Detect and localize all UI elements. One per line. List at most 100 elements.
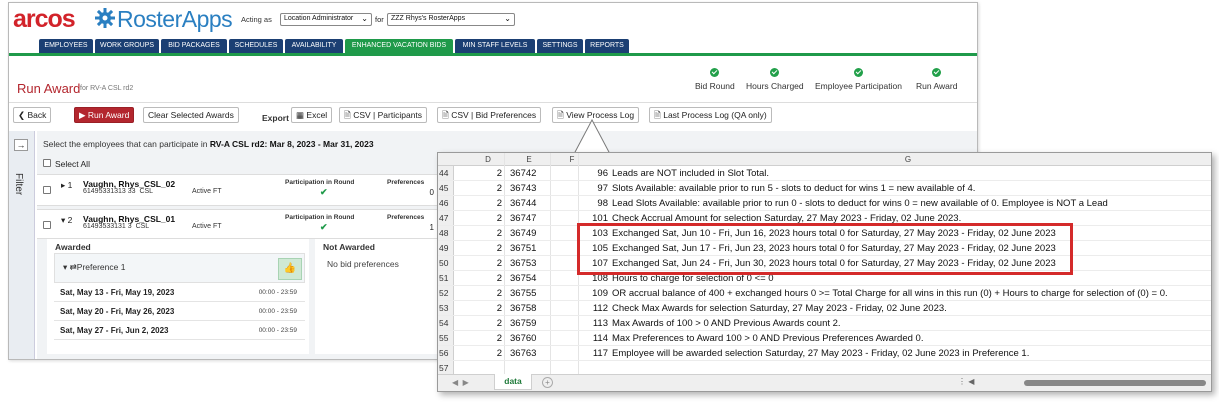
row-number: 47: [439, 213, 449, 223]
sheet-cell[interactable]: 36749: [510, 228, 536, 239]
sheet-cell[interactable]: 2: [474, 348, 502, 359]
sheet-cell[interactable]: 112: [568, 303, 608, 314]
sheet-cell[interactable]: 2: [474, 213, 502, 224]
sheet-cell[interactable]: 36744: [510, 198, 536, 209]
sheet-cell[interactable]: 117: [568, 348, 608, 359]
scroll-split-icon[interactable]: ⋮ ◀: [958, 377, 974, 386]
check-circle-icon: [853, 68, 863, 77]
sheet-cell[interactable]: Lead Slots Available: available prior to…: [612, 198, 1108, 209]
sheet-cell[interactable]: Check Max Awards for selection Saturday,…: [612, 303, 947, 314]
filter-label[interactable]: Filter: [13, 173, 24, 195]
sheet-cell[interactable]: 36763: [510, 348, 536, 359]
role-select[interactable]: Location Administrator ⌄: [280, 13, 372, 26]
column-e-header[interactable]: E: [514, 155, 544, 164]
employee-row[interactable]: ▾ 2 Vaughn, Rhys_CSL_01 61493533131 3 CS…: [37, 209, 437, 239]
location-select[interactable]: ZZZ Rhys's RosterApps ⌄: [387, 13, 515, 26]
chevron-right-icon: ▸: [61, 180, 66, 190]
sheet-cell[interactable]: 2: [474, 273, 502, 284]
tab-work-groups[interactable]: WORK GROUPS: [95, 39, 159, 53]
sheet-cell[interactable]: 98: [568, 198, 608, 209]
sheet-cell[interactable]: 2: [474, 183, 502, 194]
arrow-right-icon[interactable]: →: [14, 139, 28, 151]
add-sheet-icon[interactable]: +: [542, 377, 553, 388]
sheet-cell[interactable]: Employee will be awarded selection Satur…: [612, 348, 1029, 359]
tab-bid-packages[interactable]: BID PACKAGES: [161, 39, 227, 53]
employee-row[interactable]: ▸ 1 Vaughn, Rhys_CSL_02 61495331313 33 C…: [37, 174, 437, 206]
horizontal-scrollbar[interactable]: [1024, 380, 1206, 386]
sheet-tab-data[interactable]: data: [494, 374, 532, 390]
sheet-cell[interactable]: 113: [568, 318, 608, 329]
sheet-cell[interactable]: Leads are NOT included in Slot Total.: [612, 168, 769, 179]
run-award-button[interactable]: ▶ Run Award: [74, 107, 135, 123]
sheet-cell[interactable]: 36753: [510, 258, 536, 269]
sheet-cell[interactable]: OR accrual balance of 400 + exchanged ho…: [612, 288, 1168, 299]
sheet-cell[interactable]: 2: [474, 243, 502, 254]
back-button[interactable]: ❮ Back: [13, 107, 52, 123]
sheet-row[interactable]: 55 2 36760 114 Max Preferences to Award 100 …: [438, 331, 1211, 346]
expand-toggle[interactable]: ▾ 2: [61, 215, 72, 226]
last-process-log-button[interactable]: 🗎 Last Process Log (QA only): [649, 107, 772, 123]
export-csv-participants-button[interactable]: 🗎 CSV | Participants: [339, 107, 428, 123]
sheet-row[interactable]: 52 2 36755 109 OR accrual balance of 400 + e…: [438, 286, 1211, 301]
tab-reports[interactable]: REPORTS: [585, 39, 629, 53]
sheet-cell[interactable]: 96: [568, 168, 608, 179]
column-f-header[interactable]: F: [562, 155, 582, 164]
sheet-cell[interactable]: 36758: [510, 303, 536, 314]
employee-checkbox[interactable]: [43, 221, 51, 229]
sheet-nav-arrows[interactable]: ◀ ▶: [452, 378, 469, 387]
sheet-cell[interactable]: 36747: [510, 213, 536, 224]
award-row: Sat, May 27 - Fri, Jun 2, 2023 00:00 - 23…: [54, 322, 305, 340]
sheet-cell[interactable]: 2: [474, 198, 502, 209]
tab-availability[interactable]: AVAILABILITY: [285, 39, 343, 53]
sheet-row[interactable]: 53 2 36758 112 Check Max Awards for selectio…: [438, 301, 1211, 316]
tab-settings[interactable]: SETTINGS: [537, 39, 583, 53]
sheet-cell[interactable]: 2: [474, 228, 502, 239]
expand-toggle[interactable]: ▸ 1: [61, 180, 72, 191]
tab-enhanced-vacation-bids[interactable]: ENHANCED VACATION BIDS: [345, 39, 453, 53]
sheet-row[interactable]: 46 2 36744 98 Lead Slots Available: availabl…: [438, 196, 1211, 211]
export-excel-button[interactable]: ▦ Excel: [291, 107, 333, 123]
preference-group[interactable]: ▾ ⇄Preference 1 👍: [54, 253, 305, 283]
sheet-cell[interactable]: 2: [474, 288, 502, 299]
sheet-cell[interactable]: 36742: [510, 168, 536, 179]
sheet-row[interactable]: 56 2 36763 117 Employee will be awarded sele…: [438, 346, 1211, 361]
sheet-cell[interactable]: Max Awards of 100 > 0 AND Previous Award…: [612, 318, 841, 329]
sheet-cell[interactable]: 114: [568, 333, 608, 344]
acting-as-label: Acting as: [241, 15, 272, 24]
sheet-cell[interactable]: 2: [474, 168, 502, 179]
column-d-header[interactable]: D: [474, 155, 502, 164]
sheet-cell[interactable]: 2: [474, 303, 502, 314]
sheet-cell[interactable]: 36760: [510, 333, 536, 344]
select-all-checkbox[interactable]: [43, 159, 51, 167]
sheet-cell[interactable]: 36755: [510, 288, 536, 299]
clear-selected-awards-button[interactable]: Clear Selected Awards: [143, 107, 239, 123]
chevron-down-icon: ▾: [61, 215, 66, 225]
employee-checkbox[interactable]: [43, 186, 51, 194]
column-g-header[interactable]: G: [898, 155, 918, 164]
sheet-cell[interactable]: 97: [568, 183, 608, 194]
sheet-cell[interactable]: 36754: [510, 273, 536, 284]
thumbs-up-icon[interactable]: 👍: [278, 258, 302, 280]
sheet-cell[interactable]: Slots Available: available prior to run …: [612, 183, 975, 194]
sheet-row[interactable]: 54 2 36759 113 Max Awards of 100 > 0 AND Pre…: [438, 316, 1211, 331]
sheet-cell[interactable]: Max Preferences to Award 100 > 0 AND Pre…: [612, 333, 923, 344]
sheet-row[interactable]: 44 2 36742 96 Leads are NOT included in Slot…: [438, 166, 1211, 181]
tab-employees[interactable]: EMPLOYEES: [39, 39, 93, 53]
export-csv-bid-preferences-button[interactable]: 🗎 CSV | Bid Preferences: [437, 107, 542, 123]
main-nav: EMPLOYEES WORK GROUPS BID PACKAGES SCHED…: [9, 39, 977, 53]
tab-schedules[interactable]: SCHEDULES: [229, 39, 283, 53]
sheet-cell[interactable]: 109: [568, 288, 608, 299]
tab-min-staff-levels[interactable]: MIN STAFF LEVELS: [455, 39, 535, 53]
sheet-cell[interactable]: 2: [474, 318, 502, 329]
row-number: 49: [439, 243, 449, 253]
preferences-label: Preferences: [387, 179, 425, 186]
sheet-cell[interactable]: 36743: [510, 183, 536, 194]
sheet-cell[interactable]: 36759: [510, 318, 536, 329]
participation-label: Participation in Round: [285, 179, 355, 186]
no-bid-preferences-text: No bid preferences: [327, 259, 399, 269]
row-number: 54: [439, 318, 449, 328]
sheet-cell[interactable]: 2: [474, 258, 502, 269]
sheet-row[interactable]: 45 2 36743 97 Slots Available: available pri…: [438, 181, 1211, 196]
sheet-cell[interactable]: 2: [474, 333, 502, 344]
sheet-cell[interactable]: 36751: [510, 243, 536, 254]
